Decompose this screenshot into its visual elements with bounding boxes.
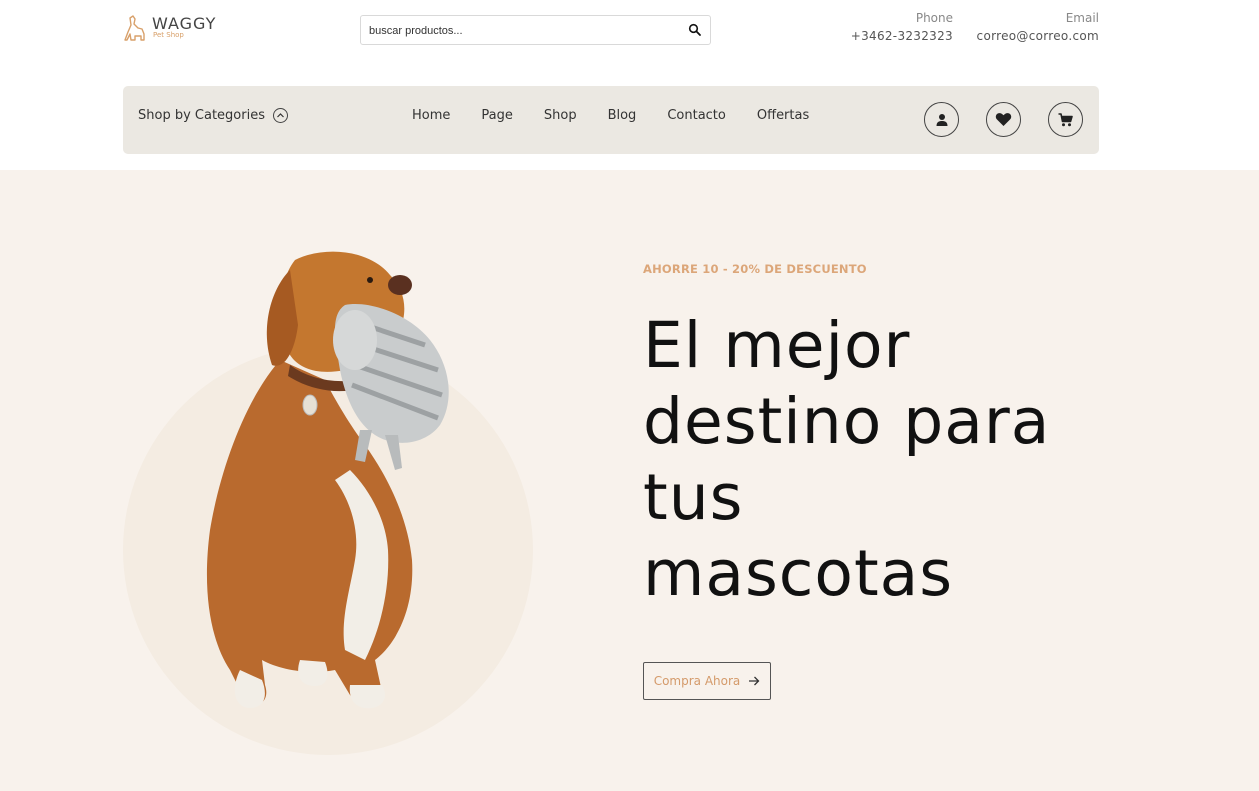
nav-shop[interactable]: Shop (544, 108, 577, 123)
arrow-right-icon (749, 676, 760, 686)
brand-logo[interactable]: WAGGY Pet Shop (124, 14, 234, 44)
phone-label: Phone (915, 11, 953, 25)
hero-headline: El mejor destino para tus mascotas (643, 308, 1113, 612)
headline-line: destino para (643, 385, 1051, 458)
account-button[interactable] (924, 102, 959, 137)
headline-line: mascotas (643, 537, 954, 610)
main-navbar: Shop by Categories Home Page Shop Blog C… (123, 86, 1099, 154)
headline-line: tus (643, 461, 744, 534)
nav-home[interactable]: Home (412, 108, 450, 123)
discount-label: AHORRE 10 - 20% DE DESCUENTO (643, 262, 867, 276)
user-icon (936, 113, 947, 126)
contact-phone: Phone +3462-3232323 (851, 10, 953, 46)
heart-icon (995, 113, 1012, 126)
cart-button[interactable] (1048, 102, 1083, 137)
hero-banner: AHORRE 10 - 20% DE DESCUENTO El mejor de… (0, 170, 1259, 791)
wishlist-button[interactable] (986, 102, 1021, 137)
nav-offertas[interactable]: Offertas (757, 108, 809, 123)
contact-email: Email correo@correo.com (977, 10, 1099, 46)
nav-contacto[interactable]: Contacto (667, 108, 726, 123)
nav-page[interactable]: Page (481, 108, 512, 123)
categories-label: Shop by Categories (138, 108, 265, 123)
email-label: Email (1065, 11, 1099, 25)
header-actions (924, 102, 1083, 137)
search-icon[interactable] (688, 23, 702, 37)
buy-now-label: Compra Ahora (653, 674, 741, 688)
top-header: WAGGY Pet Shop Phone +3462-3232323 Email… (0, 0, 1259, 86)
cart-icon (1058, 112, 1073, 126)
brand-tagline: Pet Shop (153, 31, 184, 39)
search-box (360, 15, 711, 45)
dog-with-toy-image (206, 251, 449, 709)
headline-line: El mejor (643, 309, 911, 382)
chevron-up-icon (272, 108, 288, 123)
buy-now-button[interactable]: Compra Ahora (643, 662, 771, 700)
nav-blog[interactable]: Blog (608, 108, 637, 123)
shop-by-categories-dropdown[interactable]: Shop by Categories (138, 108, 288, 123)
search-input[interactable] (369, 22, 669, 40)
dog-logo-icon (124, 15, 145, 41)
primary-menu: Home Page Shop Blog Contacto Offertas (412, 108, 840, 123)
phone-value[interactable]: +3462-3232323 (851, 26, 953, 46)
email-value[interactable]: correo@correo.com (977, 26, 1099, 46)
